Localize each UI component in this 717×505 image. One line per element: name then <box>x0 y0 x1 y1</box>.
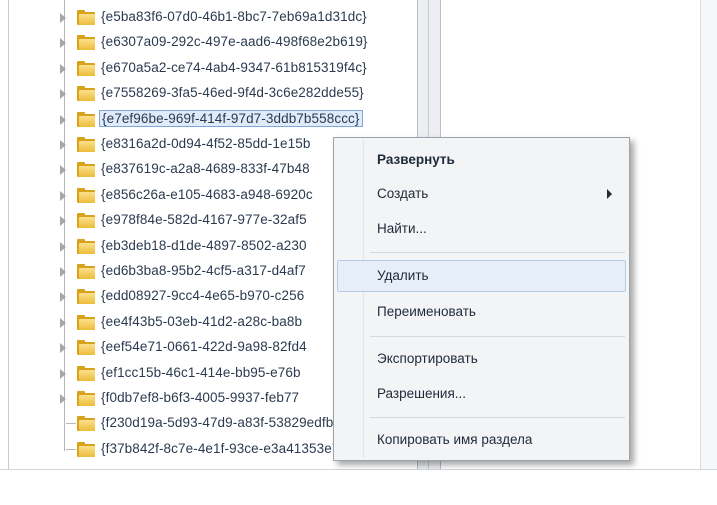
tree-row-label: {e8316a2d-0d94-4f52-85dd-1e15b <box>101 136 311 151</box>
menu-item-permissions[interactable]: Разрешения... <box>337 378 626 410</box>
tree-row[interactable]: {e5ba83f6-07d0-46b1-8bc7-7eb69a1d31dc} <box>0 6 417 30</box>
folder-icon <box>77 35 97 51</box>
tree-row[interactable]: {e670a5a2-ce74-4ab4-9347-61b815319f4c} <box>0 57 417 81</box>
expand-arrow-icon[interactable] <box>60 241 66 252</box>
tree-row-label: {e856c26a-e105-4683-a948-6920c <box>101 186 313 202</box>
folder-icon <box>77 162 97 178</box>
tree-row-label: {edd08927-9cc4-4e65-b970-c256 <box>101 288 305 304</box>
status-bar <box>0 469 717 505</box>
folder-icon <box>77 187 97 203</box>
tree-row-label: {e670a5a2-ce74-4ab4-9347-61b815319f4c} <box>101 59 367 75</box>
menu-item-delete[interactable]: Удалить <box>337 260 626 292</box>
menu-item-expand-label: Развернуть <box>377 152 455 167</box>
menu-item-copy-key-name-label: Копировать имя раздела <box>377 432 533 447</box>
folder-icon <box>77 314 97 330</box>
folder-icon <box>77 10 97 25</box>
tree-row-label: {e5ba83f6-07d0-46b1-8bc7-7eb69a1d31dc} <box>101 9 367 24</box>
tree-row[interactable]: {e7558269-3fa5-46ed-9f4d-3c6e282dde55} <box>0 82 417 106</box>
menu-item-expand[interactable]: Развернуть <box>337 144 626 176</box>
submenu-arrow-icon <box>607 189 612 199</box>
menu-item-export[interactable]: Экспортировать <box>337 343 626 375</box>
tree-row-label: {f0db7ef8-b6f3-4005-9937-feb77 <box>101 390 300 405</box>
expand-arrow-icon[interactable] <box>60 394 66 404</box>
tree-row-label: {ef1cc15b-46c1-414e-bb95-e76b <box>101 364 301 380</box>
context-menu: Развернуть Создать Найти... Удалить Пере… <box>333 137 630 461</box>
expand-arrow-icon[interactable] <box>60 317 66 328</box>
expand-arrow-icon[interactable] <box>60 368 66 379</box>
folder-icon <box>77 60 97 76</box>
folder-icon <box>77 213 97 229</box>
tree-row-label: {e837619c-a2a8-4689-833f-47b48 <box>101 161 310 177</box>
tree-row-label: {e6307a09-292c-497e-aad6-498f68e2b619} <box>101 34 368 50</box>
values-pane-edge <box>700 0 717 469</box>
folder-icon <box>77 416 97 432</box>
tree-row-label: {e978f84e-582d-4167-977e-32af5 <box>101 212 307 228</box>
folder-icon <box>77 137 97 152</box>
menu-item-copy-key-name[interactable]: Копировать имя раздела <box>337 424 626 456</box>
tree-row-label: {eb3deb18-d1de-4897-8502-a230 <box>101 237 307 253</box>
folder-icon <box>77 441 97 457</box>
folder-icon <box>77 365 97 381</box>
tree-row-label: {f37b842f-8c7e-4e1f-93ce-e3a41353e7} <box>101 440 345 456</box>
expand-arrow-icon[interactable] <box>60 343 66 354</box>
folder-icon <box>77 86 97 102</box>
expand-arrow-icon[interactable] <box>60 267 66 277</box>
menu-item-find[interactable]: Найти... <box>337 213 626 245</box>
menu-item-permissions-label: Разрешения... <box>377 386 467 401</box>
tree-connector-line <box>66 448 76 450</box>
folder-icon <box>77 340 97 356</box>
expand-arrow-icon[interactable] <box>60 140 66 150</box>
expand-arrow-icon[interactable] <box>60 165 66 176</box>
folder-icon <box>77 238 97 254</box>
tree-row-label: {e7558269-3fa5-46ed-9f4d-3c6e282dde55} <box>101 85 364 101</box>
menu-separator <box>370 336 625 337</box>
expand-arrow-icon[interactable] <box>60 216 66 227</box>
tree-row-label: {eef54e71-0661-422d-9a98-82fd4 <box>101 339 307 355</box>
menu-item-delete-label: Удалить <box>377 268 429 283</box>
tree-row-label: {ed6b3ba8-95b2-4cf5-a317-d4af7 <box>101 263 306 278</box>
expand-arrow-icon[interactable] <box>60 89 66 100</box>
tree-row-label: {ee4f43b5-03eb-41d2-a28c-ba8b <box>101 313 303 329</box>
menu-separator <box>370 252 625 253</box>
folder-icon <box>77 111 97 127</box>
menu-item-create[interactable]: Создать <box>337 178 626 210</box>
folder-icon <box>77 391 97 406</box>
expand-arrow-icon[interactable] <box>60 38 66 49</box>
expand-arrow-icon[interactable] <box>60 63 66 74</box>
tree-row[interactable]: {e6307a09-292c-497e-aad6-498f68e2b619} <box>0 31 417 55</box>
tree-row-label: {e7ef96be-969f-414f-97d7-3ddb7b558ccc} <box>99 109 363 127</box>
tree-row[interactable]: {e7ef96be-969f-414f-97d7-3ddb7b558ccc} <box>0 108 417 132</box>
menu-item-find-label: Найти... <box>377 221 427 236</box>
menu-separator <box>370 417 625 418</box>
expand-arrow-icon[interactable] <box>60 292 66 303</box>
menu-item-rename-label: Переименовать <box>377 304 476 319</box>
expand-arrow-icon[interactable] <box>60 114 66 125</box>
tree-row-label: {f230d19a-5d93-47d9-a83f-53829edfb8df} <box>101 415 358 431</box>
menu-item-export-label: Экспортировать <box>377 351 478 366</box>
menu-item-rename[interactable]: Переименовать <box>337 296 626 328</box>
folder-icon <box>77 264 97 279</box>
expand-arrow-icon[interactable] <box>60 13 66 23</box>
menu-item-create-label: Создать <box>377 186 429 201</box>
tree-connector-line <box>66 423 76 425</box>
folder-icon <box>77 289 97 305</box>
expand-arrow-icon[interactable] <box>60 190 66 201</box>
